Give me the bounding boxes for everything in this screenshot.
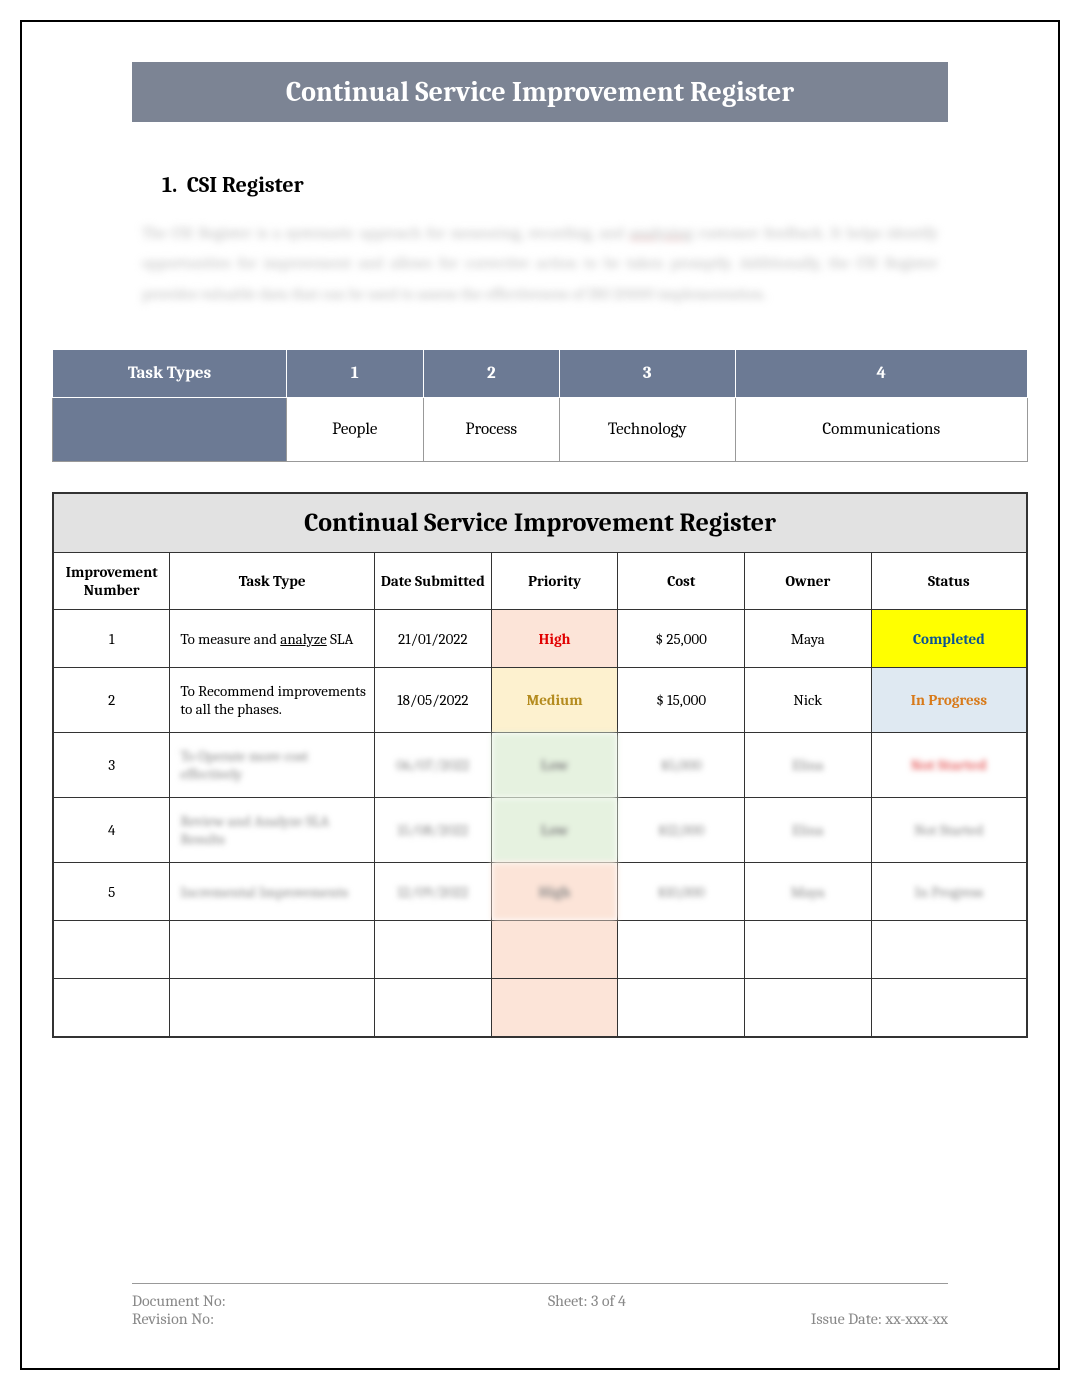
- cell-owner-blurred: Maya: [745, 863, 872, 921]
- cell-status: In Progress: [871, 668, 1027, 733]
- section-title: CSI Register: [187, 172, 304, 198]
- cell-number: 4: [53, 798, 170, 863]
- footer-revision-no: Revision No:: [132, 1310, 214, 1328]
- cell-owner-blurred: Elina: [745, 733, 872, 798]
- cell-date-blurred: 15/08/2022: [374, 798, 491, 863]
- cell-task-type-blurred: Incremental Improvements: [170, 863, 375, 921]
- col-date-submitted: Date Submitted: [374, 553, 491, 610]
- cell-cost-blurred: $12,000: [618, 798, 745, 863]
- table-row: 1 To measure and analyze SLA 21/01/2022 …: [53, 610, 1027, 668]
- cell-priority: High: [491, 610, 618, 668]
- csi-header-row: Improvement Number Task Type Date Submit…: [53, 553, 1027, 610]
- cell-number: 5: [53, 863, 170, 921]
- col-improvement-number: Improvement Number: [53, 553, 170, 610]
- task-types-empty: [53, 398, 287, 462]
- cell-owner: Maya: [745, 610, 872, 668]
- col-priority: Priority: [491, 553, 618, 610]
- task-types-table: Task Types 1 2 3 4 People Process Techno…: [52, 349, 1028, 462]
- task-types-col-1: 1: [287, 350, 424, 398]
- task-types-col-3: 3: [560, 350, 736, 398]
- cell-owner: Nick: [745, 668, 872, 733]
- table-row: 5 Incremental Improvements 12/09/2022 Hi…: [53, 863, 1027, 921]
- cell-number: 1: [53, 610, 170, 668]
- csi-register-table: Continual Service Improvement Register I…: [52, 492, 1028, 1038]
- page-title-bar: Continual Service Improvement Register: [132, 62, 948, 122]
- task-type-people: People: [287, 398, 424, 462]
- cell-cost-blurred: $5,000: [618, 733, 745, 798]
- table-row-empty: [53, 921, 1027, 979]
- table-row: 4 Review and Analyze SLA Results 15/08/2…: [53, 798, 1027, 863]
- col-status: Status: [871, 553, 1027, 610]
- cell-status: Completed: [871, 610, 1027, 668]
- cell-number: 3: [53, 733, 170, 798]
- cell-priority-blurred: Low: [491, 733, 618, 798]
- col-owner: Owner: [745, 553, 872, 610]
- cell-cost-blurred: $10,000: [618, 863, 745, 921]
- task-types-col-4: 4: [735, 350, 1028, 398]
- col-task-type: Task Type: [170, 553, 375, 610]
- csi-title-row: Continual Service Improvement Register: [53, 493, 1027, 553]
- cell-task-type: To measure and analyze SLA: [170, 610, 375, 668]
- cell-date-blurred: 12/09/2022: [374, 863, 491, 921]
- cell-task-type-blurred: Review and Analyze SLA Results: [170, 798, 375, 863]
- task-types-value-row: People Process Technology Communications: [53, 398, 1028, 462]
- task-type-process: Process: [423, 398, 560, 462]
- cell-priority-blurred: Low: [491, 798, 618, 863]
- cell-owner-blurred: Elina: [745, 798, 872, 863]
- cell-status-blurred: In Progress: [871, 863, 1027, 921]
- task-types-header: Task Types: [53, 350, 287, 398]
- footer-sheet: Sheet: 3 of 4: [548, 1292, 626, 1310]
- cell-cost: $ 15,000: [618, 668, 745, 733]
- csi-table-title: Continual Service Improvement Register: [53, 493, 1027, 553]
- task-type-communications: Communications: [735, 398, 1028, 462]
- cell-date: 21/01/2022: [374, 610, 491, 668]
- footer-document-no: Document No:: [132, 1292, 226, 1310]
- task-type-technology: Technology: [560, 398, 736, 462]
- footer: Document No: Sheet: 3 of 4 Revision No: …: [132, 1283, 948, 1328]
- footer-issue-date: Issue Date: xx-xxx-xx: [811, 1310, 948, 1328]
- cell-task-type: To Recommend improvements to all the pha…: [170, 668, 375, 733]
- blurred-paragraph: The CSI Register is a systematic approac…: [142, 218, 938, 309]
- cell-priority-blurred: High: [491, 863, 618, 921]
- task-types-header-row: Task Types 1 2 3 4: [53, 350, 1028, 398]
- table-row: 2 To Recommend improvements to all the p…: [53, 668, 1027, 733]
- task-types-col-2: 2: [423, 350, 560, 398]
- cell-priority: Medium: [491, 668, 618, 733]
- col-cost: Cost: [618, 553, 745, 610]
- cell-task-type-blurred: To Operate more cost effectively: [170, 733, 375, 798]
- document-page: Continual Service Improvement Register 1…: [20, 20, 1060, 1370]
- section-number: 1.: [162, 172, 177, 198]
- cell-number: 2: [53, 668, 170, 733]
- cell-cost: $ 25,000: [618, 610, 745, 668]
- cell-status-blurred: Not Started: [871, 798, 1027, 863]
- table-row: 3 To Operate more cost effectively 06/07…: [53, 733, 1027, 798]
- footer-row-1: Document No: Sheet: 3 of 4: [132, 1292, 948, 1310]
- table-row-empty: [53, 979, 1027, 1037]
- cell-date: 18/05/2022: [374, 668, 491, 733]
- footer-row-2: Revision No: Issue Date: xx-xxx-xx: [132, 1310, 948, 1328]
- cell-date-blurred: 06/07/2022: [374, 733, 491, 798]
- section-heading: 1. CSI Register: [162, 172, 1028, 198]
- cell-status-blurred: Not Started: [871, 733, 1027, 798]
